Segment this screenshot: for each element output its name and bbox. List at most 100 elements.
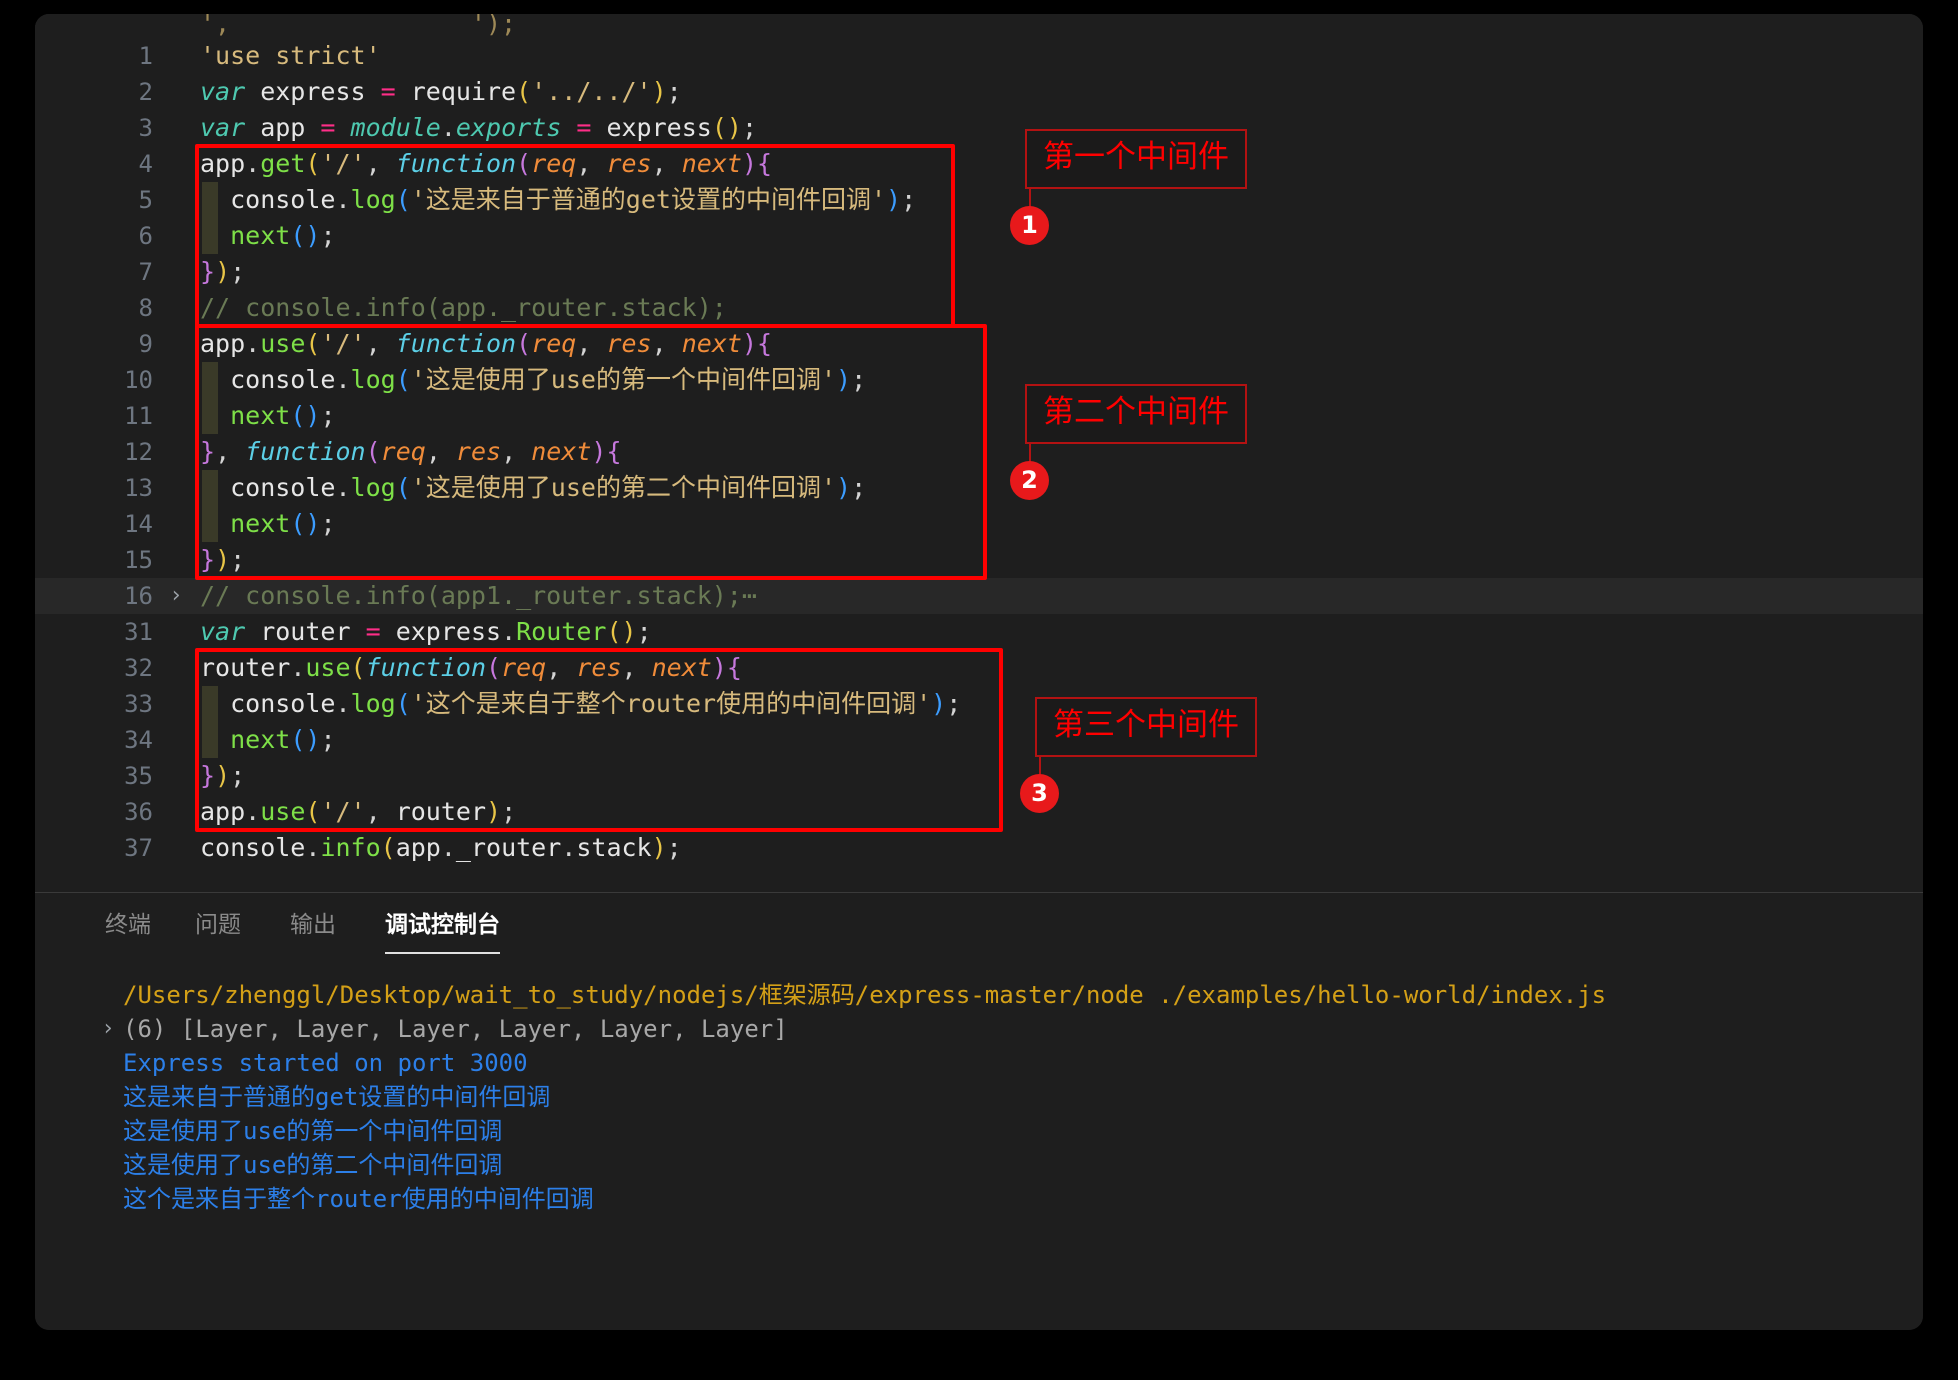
console-line[interactable]: 这是使用了use的第二个中间件回调 (35, 1148, 1923, 1182)
code-line[interactable]: 37 console.info(app._router.stack); (35, 830, 1923, 866)
code-token: use (305, 653, 351, 682)
code-token: ) (651, 77, 667, 106)
code-token: app (395, 833, 441, 862)
code-token: = (380, 77, 396, 106)
code-token: ( (395, 473, 411, 502)
code-line[interactable]: 14 next(); (35, 506, 1923, 542)
code-token: get (260, 149, 306, 178)
code-token: require (395, 77, 517, 106)
code-token: req (531, 149, 577, 178)
code-text: next(); (200, 722, 336, 758)
code-line[interactable]: 9 app.use('/', function(req, res, next){ (35, 326, 1923, 362)
code-line[interactable]: 11 next(); (35, 398, 1923, 434)
code-token: info (320, 833, 381, 862)
code-token: req (380, 437, 426, 466)
code-token: . (335, 185, 351, 214)
code-line[interactable]: 3 var app = module.exports = express(); (35, 110, 1923, 146)
line-number: 34 (124, 726, 153, 754)
line-number: 31 (124, 618, 153, 646)
code-token: , (365, 149, 396, 178)
code-token: ; (741, 113, 758, 142)
code-line[interactable]: 36 app.use('/', router); (35, 794, 1923, 830)
console-line[interactable]: › (6) [Layer, Layer, Layer, Layer, Layer,… (35, 1012, 1923, 1046)
code-line[interactable]: 15}); (35, 542, 1923, 578)
code-token: ; (320, 509, 336, 538)
code-line[interactable]: 34 next(); (35, 722, 1923, 758)
code-token: var (200, 77, 246, 106)
code-token: , (365, 797, 396, 826)
code-token: ) (215, 761, 231, 790)
console-line-text: /Users/zhenggl/Desktop/wait_to_study/nod… (123, 981, 1607, 1009)
code-line[interactable]: 2 var express = require('../../'); (35, 74, 1923, 110)
code-token: . (501, 617, 517, 646)
code-token: , (651, 329, 682, 358)
code-token: ) (836, 365, 852, 394)
code-token: { (606, 437, 622, 466)
code-line[interactable]: 33 console.log('这个是来自于整个router使用的中间件回调')… (35, 686, 1923, 722)
code-line[interactable]: 8 // console.info(app._router.stack); (35, 290, 1923, 326)
code-text: }); (200, 254, 245, 290)
code-token: ; (320, 725, 336, 754)
line-number: 11 (124, 402, 153, 430)
fold-chevron-icon[interactable]: › (165, 578, 187, 614)
code-token: ) (215, 545, 231, 574)
code-text: app.use('/', router); (200, 794, 516, 830)
code-token: ) (726, 113, 742, 142)
code-token: next (200, 221, 291, 250)
code-text: var express = require('../../'); (200, 74, 682, 110)
code-token: express (245, 77, 381, 106)
code-token: res (455, 437, 502, 466)
code-editor[interactable]: ', '); 1'use strict' 2 var express = requi… (35, 14, 1923, 892)
code-line[interactable]: 5 console.log('这是来自于普通的get设置的中间件回调'); (35, 182, 1923, 218)
line-number: 7 (138, 258, 153, 286)
code-text: // console.info(app1._router.stack);⋯ (200, 578, 757, 614)
panel-tab-2[interactable]: 输出 (290, 902, 336, 948)
console-line[interactable]: 这是来自于普通的get设置的中间件回调 (35, 1080, 1923, 1114)
code-token: res (576, 653, 622, 682)
code-token: router (245, 617, 366, 646)
code-text: 'use strict' (200, 38, 381, 74)
panel-tab-0[interactable]: 终端 (105, 902, 151, 948)
code-line[interactable]: 4 app.get('/', function(req, res, next){ (35, 146, 1923, 182)
panel-tab-3[interactable]: 调试控制台 (385, 902, 500, 954)
code-token: ( (516, 149, 532, 178)
code-line[interactable]: 16 › // console.info(app1._router.stack);⋯ (35, 578, 1923, 614)
code-line[interactable]: 35}); (35, 758, 1923, 794)
code-token: var (200, 113, 246, 142)
console-line[interactable]: Express started on port 3000 (35, 1046, 1923, 1080)
annotation-label-box: 第二个中间件 (1025, 384, 1247, 444)
code-token: ; (851, 365, 867, 394)
line-number: 37 (124, 834, 153, 862)
code-token: exports (455, 113, 562, 142)
console-line[interactable]: 这个是来自于整个router使用的中间件回调 (35, 1182, 1923, 1216)
code-text: }); (200, 542, 245, 578)
panel-tab-label: 输出 (290, 912, 336, 938)
code-token: ( (380, 833, 396, 862)
code-token: module (350, 113, 441, 142)
code-token: . (335, 365, 351, 394)
code-line[interactable]: 13 console.log('这是使用了use的第二个中间件回调'); (35, 470, 1923, 506)
console-line[interactable]: 这是使用了use的第一个中间件回调 (35, 1114, 1923, 1148)
code-token: ( (395, 185, 411, 214)
line-number: 32 (124, 654, 153, 682)
code-token: ( (395, 365, 411, 394)
expand-chevron-icon[interactable]: › (97, 1012, 119, 1046)
code-line[interactable]: 7}); (35, 254, 1923, 290)
code-token: '这个是来自于整个router使用的中间件回调' (410, 689, 932, 718)
panel-tab-1[interactable]: 问题 (195, 902, 241, 948)
code-token: console (200, 833, 306, 862)
code-token: . (335, 473, 351, 502)
code-token: use (260, 329, 306, 358)
code-line[interactable]: 6 next(); (35, 218, 1923, 254)
code-token: ( (305, 797, 321, 826)
code-token: console (200, 473, 336, 502)
code-line[interactable]: 31 var router = express.Router(); (35, 614, 1923, 650)
code-token: ; (851, 473, 867, 502)
code-line[interactable]: 1 'use strict' (35, 38, 1923, 74)
code-token: next (531, 437, 592, 466)
console-line[interactable]: /Users/zhenggl/Desktop/wait_to_study/nod… (35, 978, 1923, 1012)
code-line[interactable]: 32 router.use(function(req, res, next){ (35, 650, 1923, 686)
code-line[interactable]: 10 console.log('这是使用了use的第一个中间件回调'); (35, 362, 1923, 398)
code-text: console.log('这是使用了use的第一个中间件回调'); (200, 362, 866, 398)
code-line[interactable]: 12}, function(req, res, next){ (35, 434, 1923, 470)
